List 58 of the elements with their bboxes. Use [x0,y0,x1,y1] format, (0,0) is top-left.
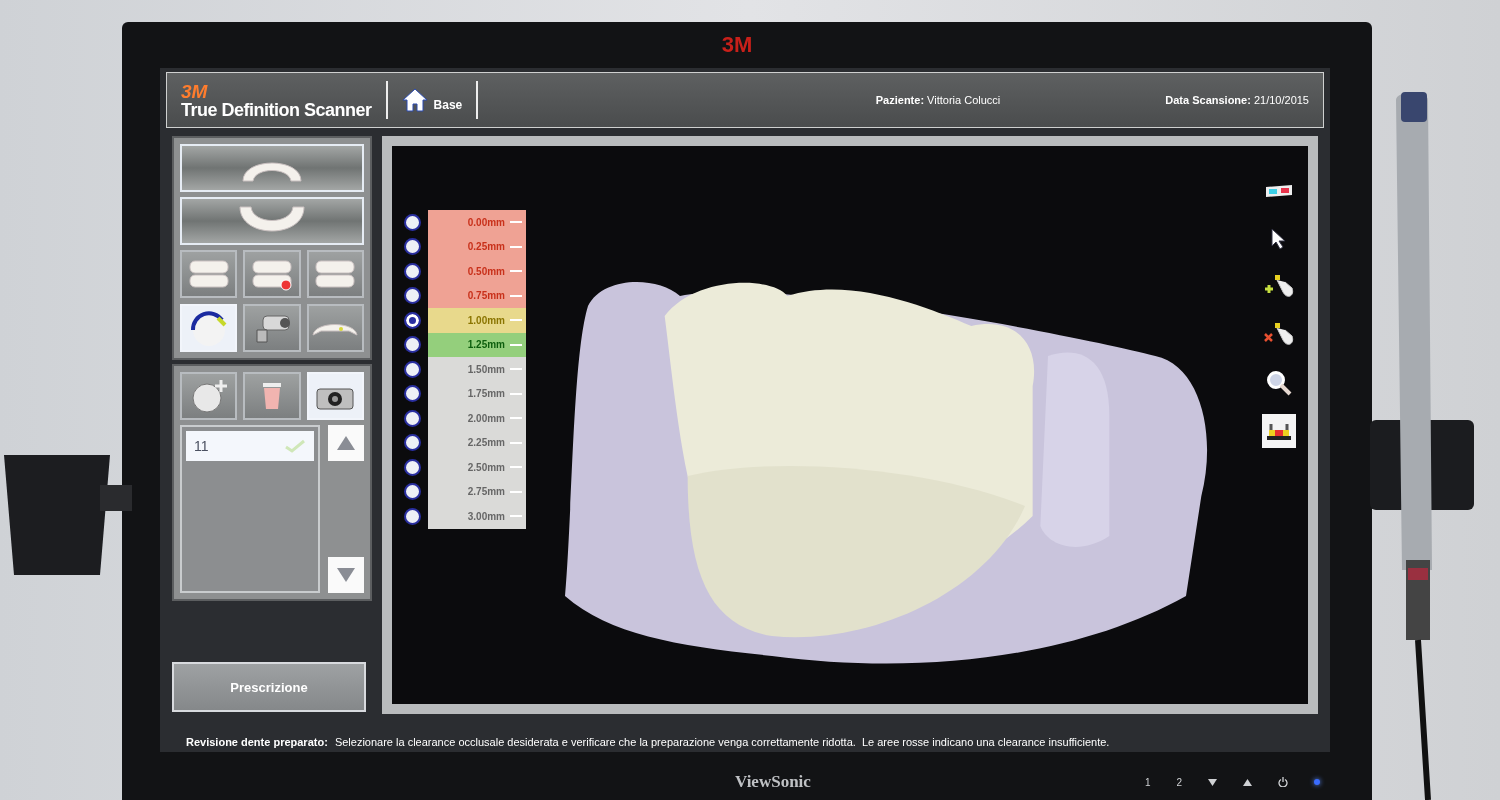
clearance-label: 2.25mm [467,437,505,449]
brand-logo: 3M [721,32,753,58]
clearance-radio[interactable] [404,360,421,378]
scan-date: Data Scansione: 21/10/2015 [1165,94,1309,106]
scan-list-item[interactable]: 11 [186,431,314,461]
clearance-label: 1.00mm [467,314,505,326]
home-icon [401,88,428,112]
scan-label: 11 [194,438,209,454]
app-title: True Definition Scanner [181,100,372,119]
clearance-radio[interactable] [404,458,421,476]
clearance-radio[interactable] [404,385,421,403]
view-tool-button[interactable] [1262,414,1296,448]
clearance-radio[interactable] [404,434,421,452]
3d-glasses-icon [1264,183,1294,199]
power-light [1314,779,1320,785]
monitor-key-label: 2 [1176,776,1182,788]
clearance-label: 0.00mm [467,216,505,228]
clearance-radio[interactable] [404,262,421,280]
clearance-label: 0.50mm [467,265,505,277]
teeth-icon [313,257,358,291]
clearance-label: 2.75mm [467,486,505,498]
clearance-radio[interactable] [404,311,421,329]
arch-button[interactable] [180,144,364,192]
logo-text: 3M [181,81,209,101]
status-message: Revisione dente preparato: Selezionare la clearance occlusale desiderata e verificare che la preparazione venga correttamente ridotta. Le aree rosse indicano una clearance insufficiente. [185,735,1111,750]
clearance-label: 1.25mm [467,339,505,351]
clearance-label: 0.75mm [467,290,505,302]
clearance-radio[interactable] [404,238,421,256]
clearance-radio[interactable] [404,213,421,231]
scroll-down-button[interactable] [328,557,364,593]
teeth-icon [186,257,231,291]
tool-button[interactable] [243,304,301,352]
clearance-label: 3.00mm [467,510,505,522]
clearance-radio[interactable] [404,287,421,305]
trash-icon [261,381,283,411]
search-icon [1266,370,1292,396]
brand-logo: ViewSonic [735,772,811,792]
clearance-label: 1.50mm [467,363,505,375]
clearance-radio[interactable] [404,409,421,427]
clearance-label: 2.00mm [467,412,505,424]
clearance-radio[interactable] [404,336,421,354]
power-icon [1278,777,1288,787]
teeth-icon [250,257,294,291]
home-button[interactable]: Base [401,88,463,112]
monitor-key-label: 1 [1144,776,1151,788]
pointer-icon [1271,228,1287,250]
clearance-radio[interactable] [404,507,421,525]
down-triangle-icon [336,567,356,583]
clearance-radio[interactable] [404,483,421,501]
up-triangle-icon [336,435,356,451]
scroll-up-button[interactable] [328,425,364,461]
clearance-label: 1.75mm [467,388,505,400]
up-triangle-icon [1243,778,1252,786]
clearance-label: 0.25mm [467,241,505,253]
down-triangle-icon [1208,778,1217,786]
patient-name: Paziente: Vittoria Colucci [875,94,1001,106]
clearance-label: 2.50mm [467,461,505,473]
arch-button[interactable] [180,197,364,245]
